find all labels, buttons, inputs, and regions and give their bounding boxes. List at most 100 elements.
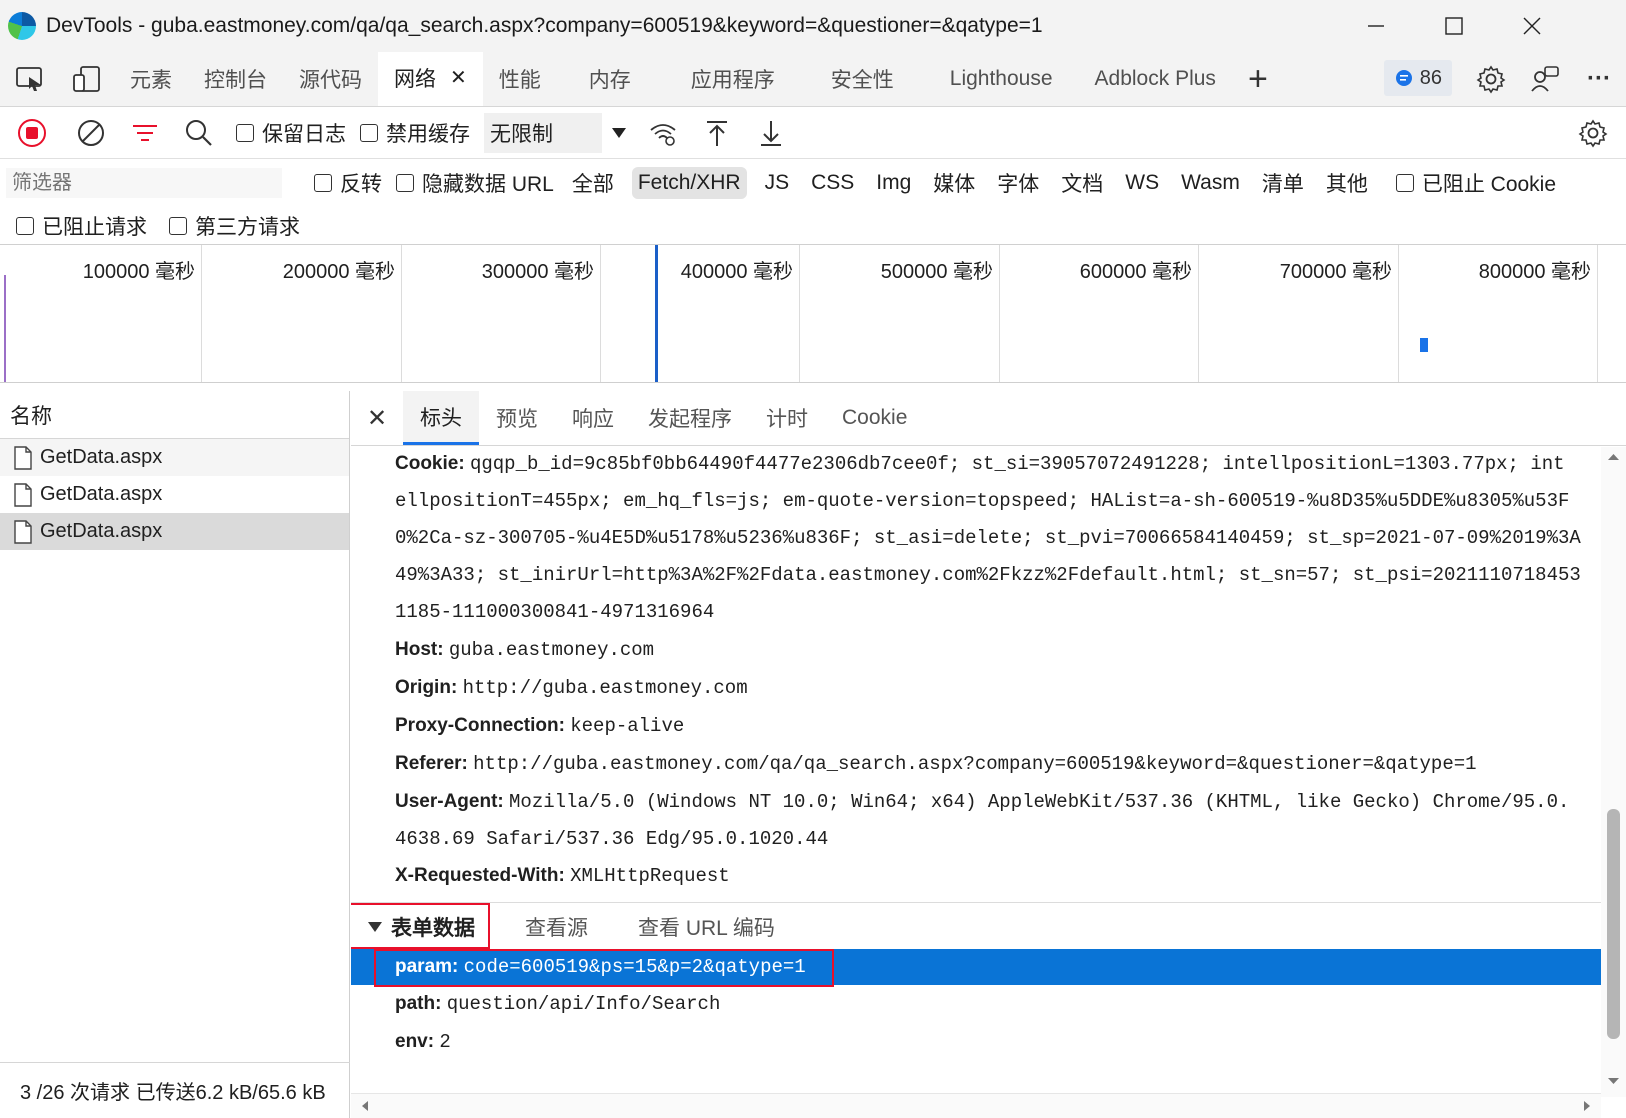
header-key: User-Agent: [395, 791, 504, 812]
device-emulation-button[interactable] [60, 52, 114, 106]
clear-button[interactable] [64, 107, 118, 159]
header-key: Cookie: [395, 453, 465, 474]
filter-type-wasm[interactable]: Wasm [1177, 167, 1244, 199]
tab-label: 安全性 [830, 69, 894, 92]
close-tab-icon[interactable]: ✕ [450, 65, 467, 90]
filter-type-doc[interactable]: 文档 [1057, 164, 1107, 202]
form-field-path[interactable]: path: question/api/Info/Search [395, 993, 1601, 1015]
header-row-user-agent: User-Agent: Mozilla/5.0 (Windows NT 10.0… [395, 791, 1601, 813]
preserve-log-checkbox[interactable]: 保留日志 [236, 118, 346, 148]
throttling-select[interactable]: 无限制 [484, 112, 602, 153]
minimize-button[interactable] [1340, 0, 1412, 52]
form-field-key: env: [395, 1031, 435, 1052]
form-field-value: 2 [439, 1031, 451, 1053]
scroll-down-icon [1608, 1078, 1619, 1084]
hide-data-urls-checkbox[interactable]: 隐藏数据 URL [396, 168, 554, 198]
network-overview-timeline[interactable]: 100000 毫秒 200000 毫秒 300000 毫秒 400000 毫秒 … [0, 245, 1626, 383]
filter-type-ws[interactable]: WS [1121, 167, 1163, 199]
add-tab-button[interactable]: + [1230, 52, 1286, 106]
inspect-element-button[interactable] [0, 52, 60, 106]
checkbox-box[interactable] [314, 174, 332, 192]
disable-cache-checkbox[interactable]: 禁用缓存 [360, 118, 470, 148]
filter-type-manifest[interactable]: 清单 [1258, 164, 1308, 202]
tab-security[interactable]: 安全性 [803, 52, 922, 106]
blocked-requests-checkbox[interactable]: 已阻止请求 [16, 211, 147, 241]
tab-elements[interactable]: 元素 [114, 52, 188, 106]
tab-initiator[interactable]: 发起程序 [631, 391, 749, 445]
tab-response[interactable]: 响应 [555, 391, 631, 445]
checkbox-box[interactable] [1395, 174, 1414, 192]
scroll-up-icon [1608, 454, 1619, 460]
tab-performance[interactable]: 性能 [483, 52, 557, 106]
horizontal-scrollbar[interactable] [351, 1093, 1601, 1118]
filter-type-js[interactable]: JS [761, 167, 794, 199]
issues-button[interactable]: 86 [1383, 60, 1452, 96]
settings-button[interactable] [1464, 52, 1518, 106]
view-url-encoded-link[interactable]: 查看 URL 编码 [638, 912, 775, 942]
scrollbar-thumb[interactable] [1607, 809, 1620, 1039]
scroll-left-icon [362, 1101, 368, 1111]
feedback-button[interactable] [1518, 52, 1572, 106]
tick-label: 400000 毫秒 [680, 261, 793, 283]
header-row-referer: Referer: http://guba.eastmoney.com/qa/qa… [395, 753, 1601, 775]
maximize-button[interactable] [1418, 0, 1490, 52]
invert-checkbox[interactable]: 反转 [314, 168, 382, 198]
tab-cookies[interactable]: Cookie [825, 391, 924, 445]
filter-type-fetch-xhr[interactable]: Fetch/XHR [631, 167, 747, 199]
third-party-checkbox[interactable]: 第三方请求 [169, 211, 300, 241]
tab-lighthouse[interactable]: Lighthouse [922, 52, 1081, 106]
throttling-dropdown[interactable] [602, 107, 636, 159]
tab-sources[interactable]: 源代码 [283, 52, 378, 106]
header-row-cookie: Cookie: qgqp_b_id=9c85bf0bb64490f4477e23… [395, 453, 1601, 475]
timeline-tick: 500000 毫秒 [800, 245, 1000, 382]
close-window-button[interactable] [1496, 0, 1568, 52]
request-row[interactable]: GetData.aspx [0, 439, 349, 476]
download-icon [761, 120, 781, 146]
checkbox-box[interactable] [396, 174, 414, 192]
filter-type-media[interactable]: 媒体 [929, 164, 979, 202]
import-har-button[interactable] [690, 107, 744, 159]
header-value: guba.eastmoney.com [448, 639, 655, 661]
tab-console[interactable]: 控制台 [188, 52, 283, 106]
scroll-right-icon [1584, 1101, 1590, 1111]
network-settings-button[interactable] [1560, 107, 1626, 159]
blocked-cookies-checkbox[interactable]: 已阻止 Cookie [1395, 168, 1556, 198]
filter-toggle-button[interactable] [118, 107, 172, 159]
filter-type-all[interactable]: 全部 [568, 164, 618, 202]
network-lower-panel: 名称 GetData.aspx GetData.aspx GetData.asp… [0, 391, 1626, 1118]
filter-input[interactable] [6, 168, 282, 198]
filter-type-img[interactable]: Img [872, 167, 915, 199]
more-options-button[interactable]: ··· [1572, 52, 1626, 106]
checkbox-box[interactable] [16, 216, 34, 235]
name-column-header[interactable]: 名称 [0, 391, 349, 439]
record-button[interactable] [0, 107, 64, 159]
header-row-host: Host: guba.eastmoney.com [395, 639, 1601, 661]
form-field-env[interactable]: env: 2 [395, 1031, 1601, 1053]
tab-preview[interactable]: 预览 [479, 391, 555, 445]
export-har-button[interactable] [744, 107, 798, 159]
tab-adblock-plus[interactable]: Adblock Plus [1081, 52, 1230, 106]
header-key: X-Requested-With: [395, 865, 565, 886]
request-row[interactable]: GetData.aspx [0, 476, 349, 513]
network-conditions-button[interactable] [636, 107, 690, 159]
request-row-selected[interactable]: GetData.aspx [0, 513, 349, 550]
filter-type-font[interactable]: 字体 [993, 164, 1043, 202]
checkbox-box[interactable] [360, 123, 378, 142]
tab-application[interactable]: 应用程序 [663, 52, 803, 106]
maximize-icon [1445, 17, 1463, 35]
view-source-link[interactable]: 查看源 [525, 912, 588, 942]
search-button[interactable] [172, 107, 226, 159]
checkbox-box[interactable] [169, 216, 187, 235]
timeline-tick: 700000 毫秒 [1199, 245, 1399, 382]
tab-timing[interactable]: 计时 [749, 391, 825, 445]
checkbox-box[interactable] [236, 123, 254, 142]
headers-content: Cookie: qgqp_b_id=9c85bf0bb64490f4477e23… [351, 447, 1601, 1097]
filter-type-css[interactable]: CSS [807, 167, 858, 199]
tab-network[interactable]: 网络 ✕ [378, 52, 483, 106]
filter-type-other[interactable]: 其他 [1322, 164, 1372, 202]
close-details-button[interactable]: ✕ [351, 391, 403, 445]
vertical-scrollbar[interactable] [1601, 447, 1626, 1097]
device-icon [73, 66, 100, 92]
tab-headers[interactable]: 标头 [403, 391, 479, 445]
tab-memory[interactable]: 内存 [557, 52, 663, 106]
